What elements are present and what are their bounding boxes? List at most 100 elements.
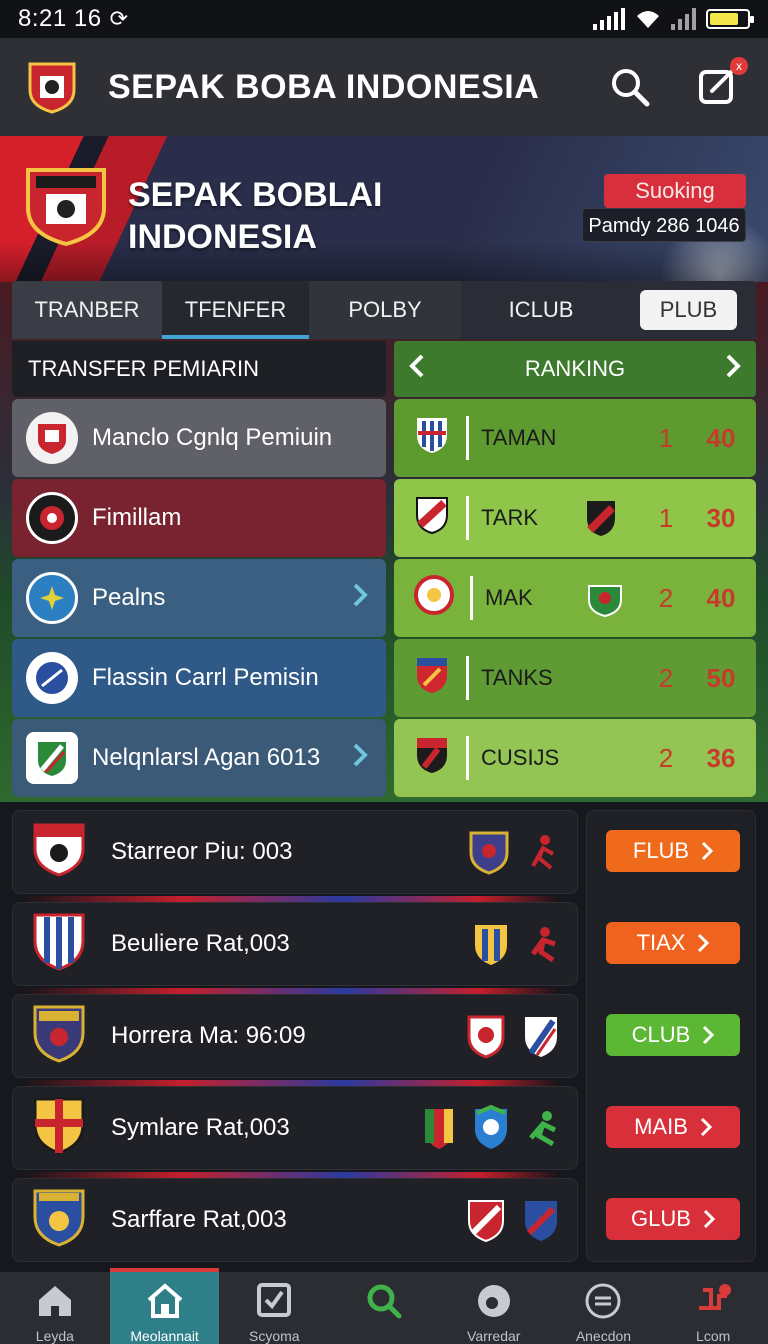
- team-position: 2: [658, 582, 674, 613]
- match-row[interactable]: Sarffare Rat,003: [12, 1178, 578, 1262]
- side-button-flub[interactable]: FLUB: [606, 830, 740, 872]
- side-button-maib[interactable]: MAIB: [606, 1106, 740, 1148]
- app-title: SEPAK BOBA INDONESIA: [108, 67, 540, 106]
- chevron-right-icon: [698, 933, 710, 953]
- team-points: 40: [706, 422, 736, 453]
- team-crest-icon: [525, 1017, 557, 1057]
- tab-bar: TRANBER TFENFER POLBY ICLUB PLUB: [12, 281, 756, 339]
- bottom-nav: Leyda Meolannait Scyoma Varredar Anecdon…: [0, 1268, 768, 1344]
- tab-polby[interactable]: POLBY: [309, 281, 461, 339]
- club-crest-icon: [29, 819, 89, 886]
- team-points: 40: [706, 582, 736, 613]
- chevron-right-icon: [352, 742, 368, 775]
- transfer-item[interactable]: Nelqnlarsl Agan 6013: [12, 719, 386, 797]
- player-icon: [530, 927, 556, 963]
- nav-label: Leyda: [35, 1328, 74, 1344]
- transfer-heading: TRANSFER PEMIARIN: [12, 341, 386, 397]
- team-crest-icon: [414, 575, 454, 621]
- nav-item-leyda[interactable]: Leyda: [0, 1272, 110, 1344]
- ranking-row[interactable]: MAK 2 40: [394, 559, 756, 637]
- ranking-row[interactable]: TANKS 2 50: [394, 639, 756, 717]
- side-button-label: FLUB: [632, 838, 690, 863]
- club-crest-icon: [26, 652, 78, 704]
- app-header: SEPAK BOBA INDONESIA x: [0, 38, 768, 136]
- hero-banner: SEPAK BOBLAI INDONESIA Suoking Pamdy 286…: [0, 136, 768, 282]
- team-crest-2-icon: [571, 498, 631, 538]
- team-points: 36: [706, 742, 736, 773]
- hero-title: SEPAK BOBLAI INDONESIA: [128, 176, 383, 256]
- nav-label: Anecdon: [575, 1328, 632, 1344]
- side-button-club[interactable]: CLUB: [606, 1014, 740, 1056]
- team-crest-icon: [475, 1105, 507, 1149]
- side-button-tiax[interactable]: TIAX: [606, 922, 740, 964]
- search-icon: [367, 1284, 402, 1319]
- whistle-icon: [699, 1284, 732, 1310]
- match-row[interactable]: Beuliere Rat,003: [12, 902, 578, 986]
- match-row[interactable]: Symlare Rat,003: [12, 1086, 578, 1170]
- nav-label: Lcom: [696, 1328, 731, 1344]
- team-crest-icon: [414, 655, 450, 701]
- nav-item-meolannait[interactable]: Meolannait: [109, 1268, 220, 1344]
- team-name: TARK: [481, 505, 539, 530]
- app-logo[interactable]: [26, 60, 78, 114]
- nav-item-anecdon[interactable]: Anecdon: [549, 1272, 659, 1344]
- nav-item-search[interactable]: [329, 1272, 439, 1344]
- match-row[interactable]: Starreor Piu: 003: [12, 810, 578, 894]
- ranking-row[interactable]: TARK 1 30: [394, 479, 756, 557]
- tab-plub[interactable]: PLUB: [621, 281, 756, 339]
- ranking-header: RANKING: [394, 341, 756, 397]
- club-crest-icon: [26, 412, 78, 464]
- search-button[interactable]: [606, 63, 654, 111]
- match-label: Beuliere Rat,003: [111, 930, 290, 957]
- transfer-item[interactable]: Flassin Carrl Pemisin: [12, 639, 386, 717]
- nav-item-scyoma[interactable]: Scyoma: [219, 1272, 329, 1344]
- team-position: 2: [658, 662, 674, 693]
- side-button-glub[interactable]: GLUB: [606, 1198, 740, 1240]
- transfer-item[interactable]: Manclo Cgnlq Pemiuin: [12, 399, 386, 477]
- team-points: 50: [706, 662, 736, 693]
- club-crest-icon: [29, 1093, 89, 1164]
- team-points: 30: [706, 502, 736, 533]
- tab-tranber[interactable]: TRANBER: [12, 281, 162, 339]
- club-crest-icon: [26, 732, 78, 784]
- hero-status-badge[interactable]: Suoking: [604, 174, 746, 208]
- battery-icon: [706, 9, 754, 29]
- transfer-item[interactable]: Fimillam: [12, 479, 386, 557]
- search-icon: [612, 69, 650, 107]
- team-crest-icon: [414, 495, 450, 541]
- club-crest-icon: [29, 1001, 89, 1072]
- home-icon: [38, 1286, 71, 1316]
- team-crest-icon: [467, 1015, 505, 1059]
- team-crest-icon: [414, 415, 450, 461]
- match-row[interactable]: Horrera Ma: 96:09: [12, 994, 578, 1078]
- tab-tfenfer[interactable]: TFENFER: [162, 281, 309, 339]
- tab-iclub[interactable]: ICLUB: [461, 281, 621, 339]
- transfer-item[interactable]: Pealns: [12, 559, 386, 637]
- chevron-right-icon[interactable]: [724, 353, 742, 385]
- team-crest-icon: [425, 1109, 453, 1149]
- edit-icon: [699, 69, 734, 104]
- club-crest-icon: [29, 1185, 89, 1256]
- chevron-right-icon: [352, 582, 368, 615]
- wifi-icon: [637, 11, 659, 28]
- player-icon: [529, 1111, 557, 1147]
- club-crest-icon: [29, 909, 89, 980]
- side-button-label: MAIB: [634, 1114, 688, 1139]
- ranking-row[interactable]: CUSIJS 2 36: [394, 719, 756, 797]
- chevron-left-icon[interactable]: [408, 353, 426, 385]
- notification-badge: x: [730, 57, 748, 75]
- nav-item-varredar[interactable]: Varredar: [439, 1272, 549, 1344]
- team-position: 1: [658, 502, 674, 533]
- checkbox-icon: [257, 1283, 292, 1317]
- nav-item-lcom[interactable]: Lcom: [658, 1272, 768, 1344]
- team-crest-icon: [525, 1201, 557, 1241]
- team-crest-icon: [475, 925, 507, 965]
- ranking-row[interactable]: TAMAN 1 40: [394, 399, 756, 477]
- chevron-right-icon: [703, 1025, 715, 1045]
- club-crest-icon: [26, 572, 78, 624]
- side-button-label: CLUB: [631, 1022, 691, 1047]
- transfer-item-label: Fimillam: [92, 504, 182, 531]
- nav-label: Meolannait: [130, 1328, 199, 1344]
- compose-button[interactable]: x: [694, 57, 748, 111]
- team-crest-icon: [468, 1200, 504, 1243]
